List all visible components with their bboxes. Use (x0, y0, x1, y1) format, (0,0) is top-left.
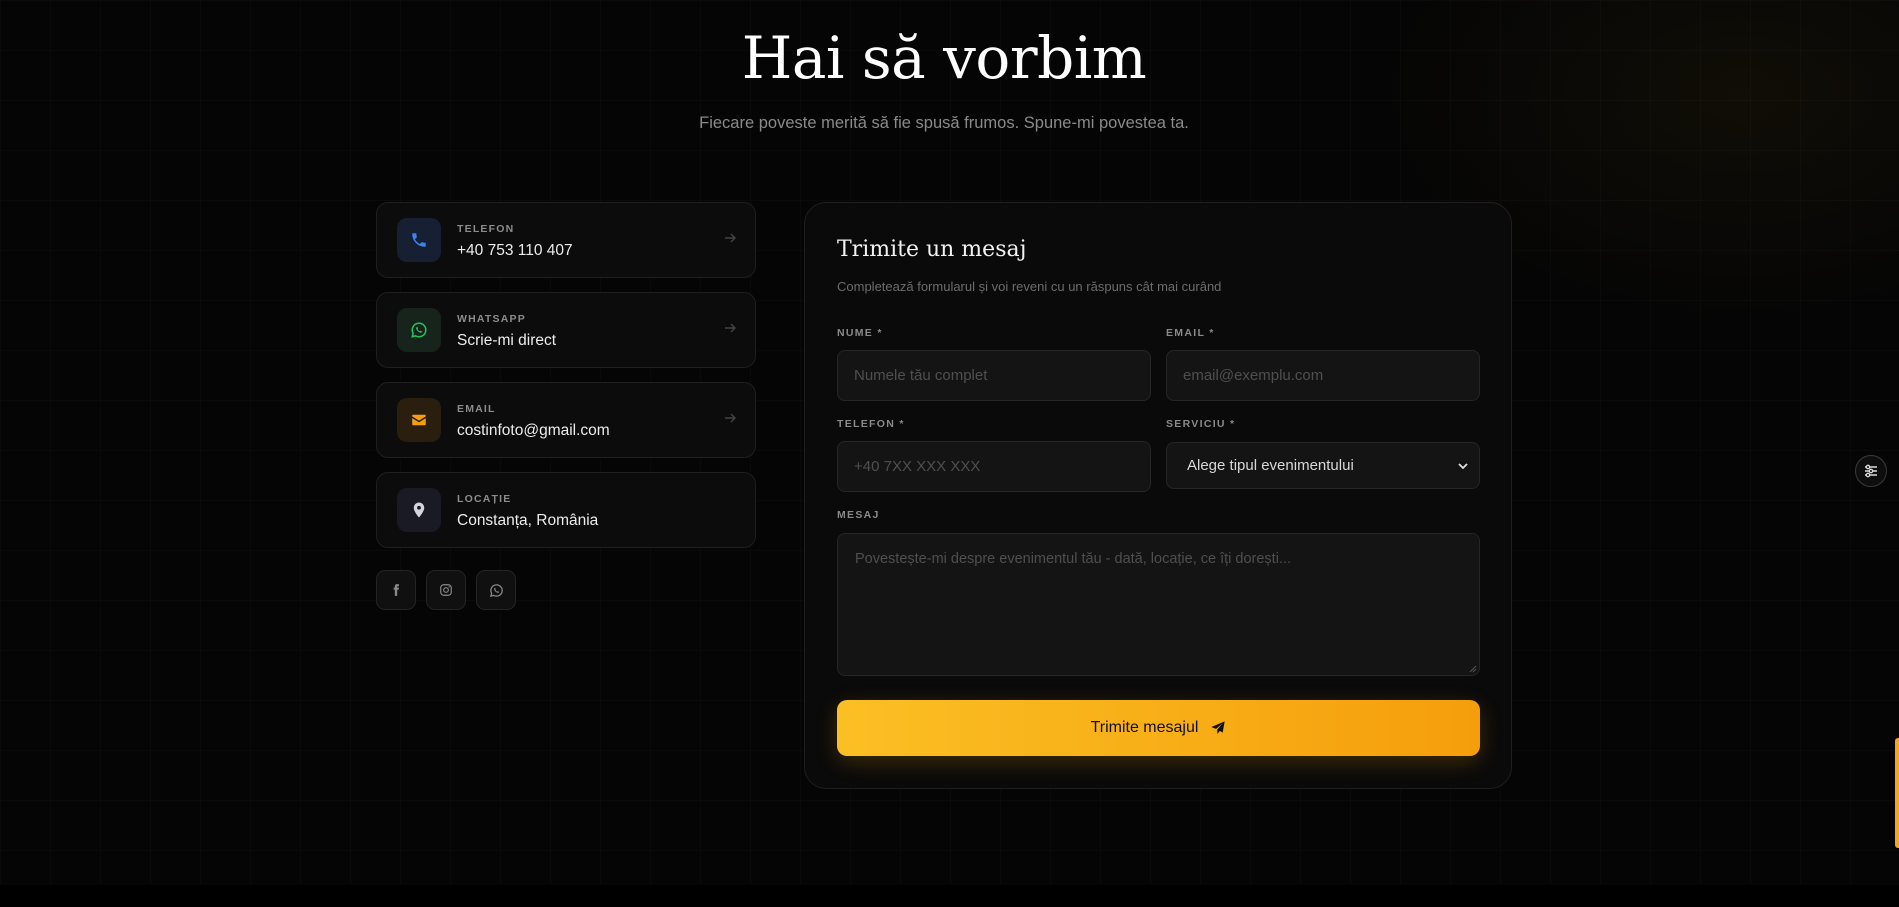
submit-label: Trimite mesajul (1090, 719, 1199, 736)
submit-button[interactable]: Trimite mesajul (837, 700, 1480, 756)
accessibility-settings-button[interactable] (1855, 455, 1887, 487)
contact-label: EMAIL (457, 403, 496, 415)
contact-card-whatsapp[interactable]: WHATSAPP Scrie-mi direct (376, 292, 756, 368)
page-bottom-edge (0, 885, 1899, 907)
phone-input[interactable] (837, 441, 1151, 492)
facebook-button[interactable] (376, 570, 416, 610)
whatsapp-icon (397, 308, 441, 352)
contact-form: Trimite un mesaj Completează formularul … (804, 202, 1512, 789)
message-placeholder: Povestește-mi despre evenimentul tău - d… (855, 551, 1292, 567)
arrow-right-icon (725, 233, 736, 243)
mail-icon (397, 398, 441, 442)
service-select[interactable]: Alege tipul evenimentului (1166, 442, 1480, 489)
arrow-right-icon (725, 413, 736, 423)
send-icon (1211, 721, 1226, 734)
form-title: Trimite un mesaj (837, 237, 1027, 262)
contact-value: +40 753 110 407 (457, 242, 573, 259)
edge-accent-tab[interactable] (1895, 738, 1899, 848)
whatsapp-button[interactable] (476, 570, 516, 610)
phone-icon (397, 218, 441, 262)
email-input[interactable] (1166, 350, 1480, 401)
message-label: MESAJ (837, 509, 880, 521)
contact-list: TELEFON +40 753 110 407 WHATSAPP Scrie-m… (376, 202, 756, 562)
service-selected-value: Alege tipul evenimentului (1187, 457, 1354, 474)
resize-handle-icon[interactable] (1469, 665, 1477, 673)
map-pin-icon (397, 488, 441, 532)
form-subtitle: Completează formularul și voi reveni cu … (837, 279, 1222, 294)
facebook-icon (393, 584, 399, 596)
message-textarea[interactable]: Povestește-mi despre evenimentul tău - d… (837, 533, 1480, 676)
phone-label: TELEFON * (837, 418, 905, 430)
sliders-icon (1865, 464, 1877, 478)
contact-value: Constanța, România (457, 512, 599, 529)
name-input[interactable] (837, 350, 1151, 401)
name-label: NUME * (837, 327, 883, 339)
contact-label: WHATSAPP (457, 313, 526, 325)
email-label: EMAIL * (1166, 327, 1215, 339)
service-label: SERVICIU * (1166, 418, 1236, 430)
social-links (376, 570, 516, 610)
contact-card-email[interactable]: EMAIL costinfoto@gmail.com (376, 382, 756, 458)
arrow-right-icon (725, 323, 736, 333)
contact-value: Scrie-mi direct (457, 332, 557, 349)
instagram-button[interactable] (426, 570, 466, 610)
contact-label: TELEFON (457, 223, 515, 235)
contact-label: LOCAȚIE (457, 493, 512, 505)
contact-card-phone[interactable]: TELEFON +40 753 110 407 (376, 202, 756, 278)
contact-value: costinfoto@gmail.com (457, 422, 610, 439)
contact-card-location[interactable]: LOCAȚIE Constanța, România (376, 472, 756, 548)
instagram-icon (440, 584, 452, 596)
chevron-down-icon (1458, 463, 1468, 470)
page-subtitle: Fiecare poveste merită să fie spusă frum… (699, 114, 1189, 132)
whatsapp-icon (489, 583, 503, 597)
page-title: Hai să vorbim (741, 24, 1147, 92)
